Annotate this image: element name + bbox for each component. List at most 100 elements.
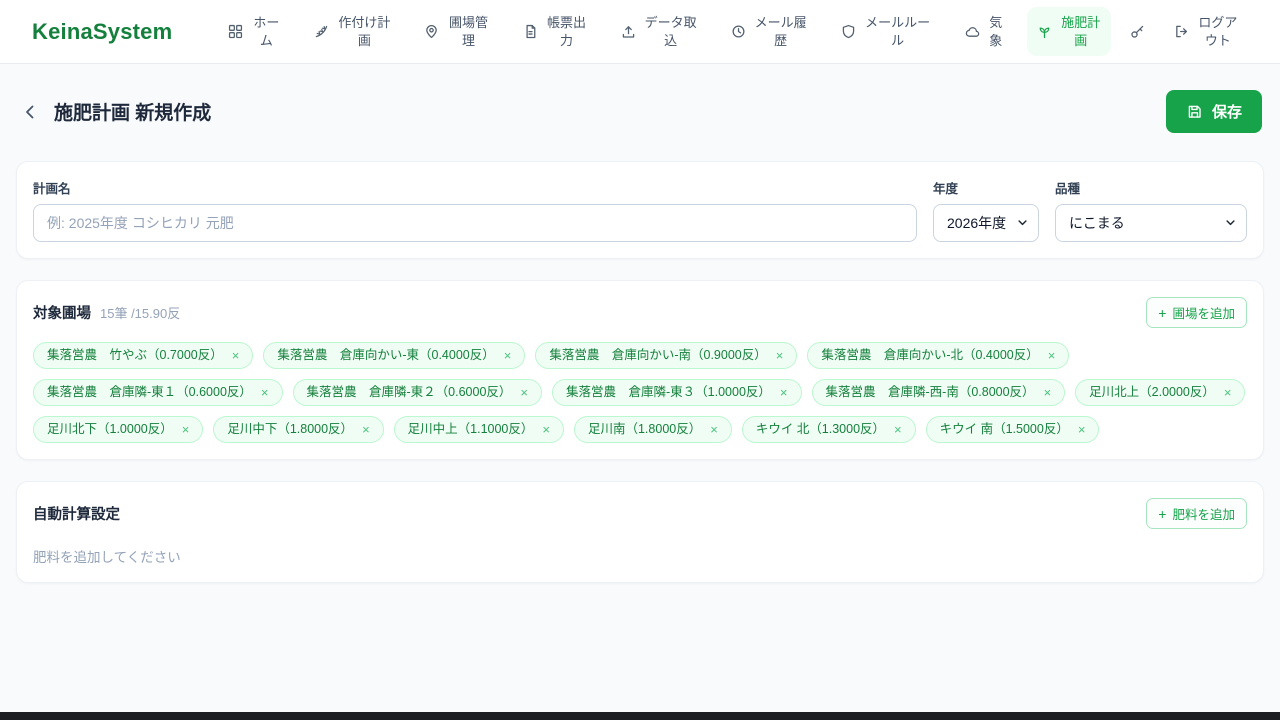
remove-field-button[interactable]: × <box>776 349 784 362</box>
nav-item-mail-rules[interactable]: メールルール <box>831 7 941 55</box>
close-icon: × <box>1077 422 1086 437</box>
variety-select[interactable]: にこまる <box>1055 204 1247 242</box>
back-button[interactable] <box>18 100 42 124</box>
close-icon: × <box>260 385 269 400</box>
save-button[interactable]: 保存 <box>1165 90 1262 133</box>
remove-field-button[interactable]: × <box>362 423 370 436</box>
logout-icon <box>1173 23 1190 40</box>
target-fields-card: 対象圃場 15筆 /15.90反 + 圃場を追加 集落営農 竹やぶ（0.7000… <box>16 280 1264 460</box>
close-icon: × <box>894 422 902 437</box>
field-chip: 集落営農 倉庫隣-東２（0.6000反） × <box>292 379 542 406</box>
field-chip-label: 集落営農 倉庫向かい-東（0.4000反） <box>277 348 495 362</box>
add-field-button-label: 圃場を追加 <box>1172 307 1235 321</box>
sprout-icon <box>1036 23 1053 40</box>
field-chip-label: キウイ 北（1.3000反） <box>755 422 886 436</box>
nav-item-label: メールルール <box>865 15 931 48</box>
empty-state-text: 肥料を追加してください <box>33 550 181 565</box>
close-icon: × <box>1047 348 1056 363</box>
save-button-label: 保存 <box>1211 104 1242 121</box>
field-chip-label: 集落営農 倉庫向かい-北（0.4000反） <box>821 348 1039 362</box>
field-chip-label: 集落営農 倉庫隣-東３（1.0000反） <box>566 385 771 399</box>
field-chip: 足川中下（1.8000反） × <box>213 416 384 443</box>
nav-item-logout[interactable]: ログアウト <box>1164 7 1248 55</box>
brand-logo[interactable]: KeinaSystem <box>32 19 172 45</box>
field-chip: 集落営農 倉庫隣-東１（0.6000反） × <box>33 379 283 406</box>
top-navigation: KeinaSystem ホーム 作付け計画 圃場管理 帳票出力 データ取込 メー… <box>0 0 1280 64</box>
nav-item-planting-plan[interactable]: 作付け計画 <box>304 7 400 55</box>
remove-field-button[interactable]: × <box>232 349 240 362</box>
close-icon: × <box>181 422 190 437</box>
back-icon <box>20 102 40 122</box>
grid-icon <box>227 23 244 40</box>
remove-field-button[interactable]: × <box>894 423 902 436</box>
nav-item-label: 作付け計画 <box>338 15 391 48</box>
nav-item-label: ホーム <box>253 15 280 48</box>
field-chip-list: 集落営農 竹やぶ（0.7000反） × 集落営農 倉庫向かい-東（0.4000反… <box>33 342 1247 443</box>
plan-basics-card: 計画名 年度 2026年度 品種 にこまる <box>16 161 1264 259</box>
map-pin-icon <box>423 23 440 40</box>
remove-field-button[interactable]: × <box>1224 386 1232 399</box>
remove-field-button[interactable]: × <box>1044 386 1052 399</box>
nav-item-data-import[interactable]: データ取込 <box>611 7 707 55</box>
close-icon: × <box>779 385 788 400</box>
remove-field-button[interactable]: × <box>1048 349 1056 362</box>
remove-field-button[interactable]: × <box>520 386 528 399</box>
fields-summary: 15筆 /15.90反 <box>100 306 181 321</box>
field-chip-label: 足川中上（1.1000反） <box>407 422 534 436</box>
remove-field-button[interactable]: × <box>542 423 550 436</box>
upload-icon <box>620 23 637 40</box>
plan-name-input[interactable] <box>33 204 917 242</box>
close-icon: × <box>362 422 370 437</box>
nav-items: ホーム 作付け計画 圃場管理 帳票出力 データ取込 メール履歴 メールルール 気… <box>218 7 1248 56</box>
year-label: 年度 <box>933 182 959 196</box>
cloud-icon <box>964 23 981 40</box>
remove-field-button[interactable]: × <box>504 349 512 362</box>
field-chip: 集落営農 倉庫向かい-南（0.9000反） × <box>535 342 798 369</box>
nav-item-mail-history[interactable]: メール履歴 <box>721 7 817 55</box>
field-chip-label: 足川中下（1.8000反） <box>227 422 354 436</box>
remove-field-button[interactable]: × <box>261 386 269 399</box>
section-title: 自動計算設定 <box>33 507 120 523</box>
shield-icon <box>840 23 857 40</box>
variety-select-wrap: にこまる <box>1055 204 1247 242</box>
remove-field-button[interactable]: × <box>1078 423 1086 436</box>
nav-item-field-management[interactable]: 圃場管理 <box>414 7 498 55</box>
field-chip: 集落営農 倉庫向かい-北（0.4000反） × <box>807 342 1070 369</box>
field-chip: 集落営農 倉庫隣-西-南（0.8000反） × <box>811 379 1066 406</box>
bottom-bar <box>0 712 1280 720</box>
field-chip-label: 集落営農 倉庫向かい-南（0.9000反） <box>549 348 767 362</box>
close-icon: × <box>1043 385 1052 400</box>
add-fertilizer-button[interactable]: + 肥料を追加 <box>1146 498 1247 529</box>
nav-item-label: 帳票出力 <box>547 15 587 48</box>
field-chip-label: 足川南（1.8000反） <box>587 422 702 436</box>
plan-name-label: 計画名 <box>33 182 71 196</box>
nav-item-key[interactable] <box>1125 16 1150 47</box>
add-field-button[interactable]: + 圃場を追加 <box>1146 297 1247 328</box>
field-chip: 足川南（1.8000反） × <box>573 416 732 443</box>
field-chip-label: 足川北下（1.0000反） <box>47 422 173 436</box>
year-select[interactable]: 2026年度 <box>933 204 1039 242</box>
variety-label: 品種 <box>1055 182 1081 196</box>
key-icon <box>1129 23 1146 40</box>
close-icon: × <box>231 348 240 363</box>
close-icon: × <box>542 422 550 437</box>
remove-field-button[interactable]: × <box>182 423 190 436</box>
remove-field-button[interactable]: × <box>780 386 788 399</box>
field-chip: キウイ 北（1.3000反） × <box>741 416 916 443</box>
nav-item-label: 気象 <box>989 15 1003 48</box>
nav-item-home[interactable]: ホーム <box>218 7 290 55</box>
nav-item-report-output[interactable]: 帳票出力 <box>513 7 597 55</box>
field-chip-label: 集落営農 倉庫隣-西-南（0.8000反） <box>825 385 1035 399</box>
field-chip: 集落営農 倉庫向かい-東（0.4000反） × <box>263 342 526 369</box>
remove-field-button[interactable]: × <box>710 423 718 436</box>
add-fertilizer-button-label: 肥料を追加 <box>1172 508 1235 522</box>
nav-item-weather[interactable]: 気象 <box>955 7 1013 55</box>
field-chip-label: 集落営農 竹やぶ（0.7000反） <box>47 348 223 362</box>
nav-item-fertilization-plan[interactable]: 施肥計画 <box>1026 7 1111 56</box>
close-icon: × <box>775 348 784 363</box>
field-chip-label: 集落営農 倉庫隣-東２（0.6000反） <box>306 385 512 399</box>
nav-item-label: ログアウト <box>1198 15 1238 48</box>
close-icon: × <box>520 385 528 400</box>
year-select-wrap: 2026年度 <box>933 204 1039 242</box>
close-icon: × <box>503 348 512 363</box>
